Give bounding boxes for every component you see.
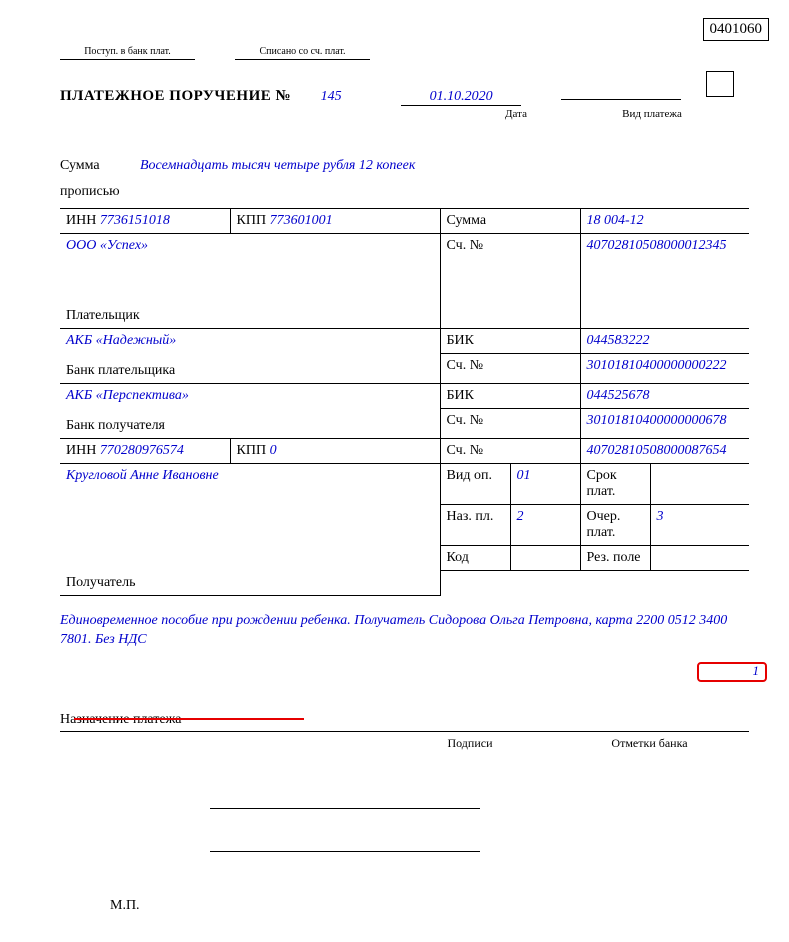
rez-value: [650, 546, 749, 571]
payer-bank-bik-label: БИК: [440, 329, 580, 354]
ocher-label: Очер. плат.: [580, 505, 650, 546]
recv-bank-role: Банк получателя: [60, 409, 440, 439]
signature-line-1: [210, 791, 480, 809]
payment-purpose-label: Назначение платежа: [60, 712, 749, 732]
form-code: 0401060: [710, 21, 763, 37]
srok-label: Срок плат.: [580, 464, 650, 505]
srok-value: [650, 464, 749, 505]
naz-pl-label: Наз. пл.: [440, 505, 510, 546]
payer-bank-acct-label: Сч. №: [440, 354, 580, 384]
recv-bank-bik-label: БИК: [440, 384, 580, 409]
recv-name: Кругловой Анне Ивановне: [66, 468, 219, 483]
amount-in-words: Восемнадцать тысяч четыре рубля 12 копее…: [140, 158, 415, 200]
payer-bank: АКБ «Надежный»: [66, 333, 176, 348]
kod-label: Код: [440, 546, 510, 571]
vid-op: 01: [510, 464, 580, 505]
recv-bank: АКБ «Перспектива»: [66, 388, 189, 403]
recv-inn: 770280976574: [100, 443, 184, 458]
bank-marks-label: Отметки банка: [550, 736, 749, 751]
received-label: Поступ. в банк плат.: [84, 46, 171, 57]
recv-kpp: 0: [270, 443, 277, 458]
payer-role-label: Плательщик: [60, 299, 440, 329]
kod-value: [510, 546, 580, 571]
payment-type-field: [561, 99, 681, 100]
payer-acct-label: Сч. №: [440, 234, 580, 329]
payer-acct: 40702810508000012345: [580, 234, 749, 329]
rez-label: Рез. поле: [580, 546, 650, 571]
underline-annotation: [74, 718, 304, 720]
date-sublabel: Дата: [455, 108, 577, 120]
type-sublabel: Вид платежа: [577, 108, 727, 120]
payer-bank-bik: 044583222: [580, 329, 749, 354]
recv-bank-acct-label: Сч. №: [440, 409, 580, 439]
amount-words-label2: прописью: [60, 184, 122, 200]
debited-label: Списано со сч. плат.: [259, 46, 345, 57]
signatures-label: Подписи: [390, 736, 550, 751]
recv-kpp-label: КПП: [237, 443, 267, 458]
recv-acct-label: Сч. №: [440, 439, 580, 464]
document-title: ПЛАТЕЖНОЕ ПОРУЧЕНИЕ №: [60, 88, 291, 105]
received-at-bank-field: Поступ. в банк плат.: [60, 48, 195, 60]
debited-from-acct-field: Списано со сч. плат.: [235, 48, 370, 60]
document-number: 145: [301, 89, 361, 105]
payer-inn: 7736151018: [100, 213, 170, 228]
recv-bank-bik: 044525678: [580, 384, 749, 409]
payer-bank-role: Банк плательщика: [60, 354, 440, 384]
recv-bank-acct: 30101810400000000678: [580, 409, 749, 439]
recv-role-label: Получатель: [60, 571, 440, 596]
naz-pl: 2: [510, 505, 580, 546]
payer-name: ООО «Успех»: [66, 238, 148, 253]
recv-inn-label: ИНН: [66, 443, 96, 458]
payer-kpp: 773601001: [270, 213, 333, 228]
vid-op-label: Вид оп.: [440, 464, 510, 505]
payer-inn-label: ИНН: [66, 213, 96, 228]
signature-line-2: [210, 834, 480, 852]
status-box: [706, 71, 734, 97]
highlight-annotation: [697, 662, 767, 682]
payment-purpose-text: Единовременное пособие при рождении ребе…: [60, 612, 749, 650]
payer-kpp-label: КПП: [237, 213, 267, 228]
stamp-label: М.П.: [110, 898, 140, 914]
recv-acct: 40702810508000087654: [580, 439, 749, 464]
form-code-box: 0401060: [703, 18, 770, 41]
document-date: 01.10.2020: [401, 89, 521, 106]
sum-value: 18 004-12: [580, 209, 749, 234]
amount-words-label1: Сумма: [60, 158, 122, 174]
ocher: 3: [650, 505, 749, 546]
sum-label: Сумма: [440, 209, 580, 234]
payer-bank-acct: 30101810400000000222: [580, 354, 749, 384]
